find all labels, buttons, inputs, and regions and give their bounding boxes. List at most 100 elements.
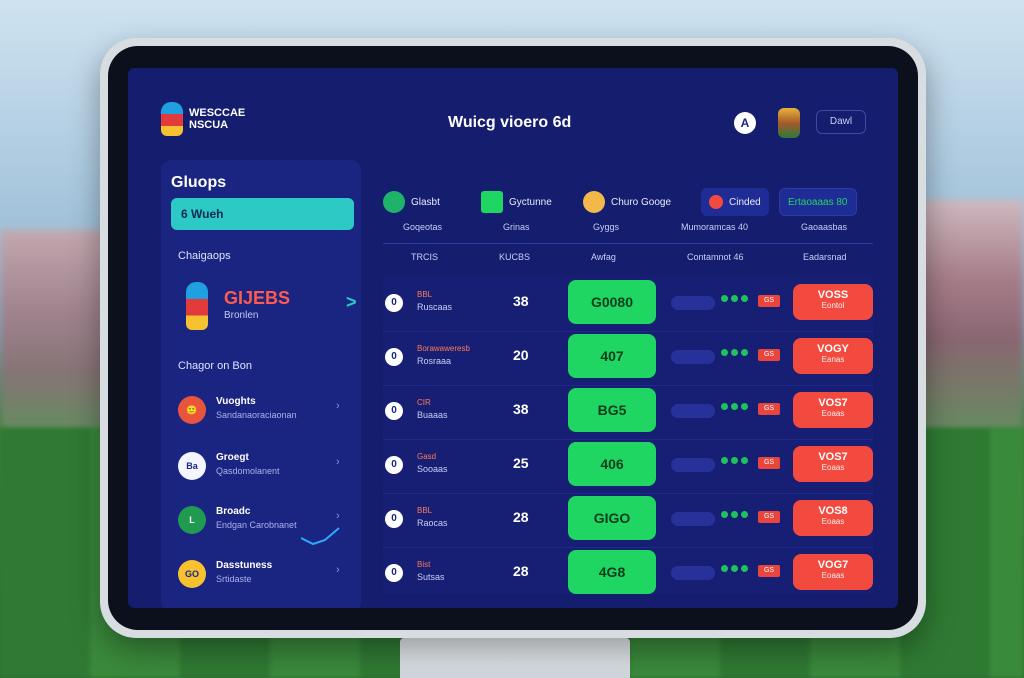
filter-label: Cinded xyxy=(729,196,761,208)
score-button[interactable]: 4G8 xyxy=(568,550,656,594)
table-subheader-row: TRCIS KUCBS Awfag Contamnot 46 Eadarsnad xyxy=(383,252,873,274)
row-number: 28 xyxy=(513,509,529,525)
vote-button[interactable]: VOS7 Eoaas xyxy=(793,446,873,482)
table-row[interactable]: 0 Bist Sutsas 28 4G8 GS VOG7 Eoaas xyxy=(383,547,873,600)
progress-track xyxy=(671,296,715,310)
vote-sublabel: Eontol xyxy=(821,301,845,310)
vote-sublabel: Eoaas xyxy=(821,517,845,526)
table-row[interactable]: 0 Borawaweresb Rosraaa 20 407 GS VOGY Ea… xyxy=(383,331,873,384)
trophy-icon xyxy=(583,191,605,213)
column-header[interactable]: Mumoramcas 40 xyxy=(681,222,748,232)
score-button[interactable]: G0080 xyxy=(568,280,656,324)
filter-chip-active[interactable]: Cinded xyxy=(701,188,769,216)
sidebar-item[interactable]: 🙂 Vuoghts Sandanaoraciaonan › xyxy=(178,392,348,432)
filter-chip[interactable]: Glasbt xyxy=(383,188,440,216)
team-name: Rosraaa xyxy=(417,356,452,366)
vote-sublabel: Eoaas xyxy=(821,571,845,580)
trend-line-icon xyxy=(301,527,340,546)
trophy-icon[interactable] xyxy=(778,108,800,138)
logo-wordmark: WESCCAE NSCUA xyxy=(189,107,245,131)
logo-line-1: WESCCAE xyxy=(189,107,246,119)
progress-track xyxy=(671,512,715,526)
team-code: Gasd xyxy=(417,452,437,461)
vote-label: VOSS xyxy=(817,289,849,301)
score-button[interactable]: 407 xyxy=(568,334,656,378)
column-header[interactable]: Gyggs xyxy=(593,222,619,232)
filter-label: Glasbt xyxy=(411,196,440,208)
row-divider xyxy=(383,385,873,386)
vote-sublabel: Eanas xyxy=(821,355,845,364)
column-header[interactable]: Goqeotas xyxy=(403,222,442,232)
score-button[interactable]: GIGO xyxy=(568,496,656,540)
status-tag: GS xyxy=(758,295,780,307)
vote-button[interactable]: VOS7 Eoaas xyxy=(793,392,873,428)
sidebar: Gluops 6 Wueh Chaigaops GIJEBS Bronlen >… xyxy=(161,160,361,608)
row-select-radio[interactable]: 0 xyxy=(385,564,403,582)
table-row[interactable]: 0 BBL Raocas 28 GIGO GS VOS8 Eoaas xyxy=(383,493,873,546)
filter-chip[interactable]: Churo Googe xyxy=(583,188,671,216)
score-button[interactable]: BG5 xyxy=(568,388,656,432)
chevron-right-icon: › xyxy=(336,564,340,576)
sidebar-title: Gluops xyxy=(171,174,227,191)
sidebar-item-subtitle: Qasdomolanent xyxy=(216,466,280,476)
vote-label: VOS7 xyxy=(818,451,848,463)
tablet-stand xyxy=(400,638,630,678)
column-subheader: Eadarsnad xyxy=(803,252,847,262)
row-select-radio[interactable]: 0 xyxy=(385,294,403,312)
sidebar-item-title: Groegt xyxy=(216,452,249,463)
row-divider xyxy=(383,547,873,548)
table-row[interactable]: 0 CIR Buaaas 38 BG5 GS VOS7 Eoaas xyxy=(383,385,873,438)
column-subheader: KUCBS xyxy=(499,252,531,262)
filter-chip[interactable]: Gyctunne xyxy=(481,188,552,216)
column-header[interactable]: Grinas xyxy=(503,222,530,232)
app-logo[interactable]: WESCCAE NSCUA xyxy=(161,102,245,136)
header-button[interactable]: Dawl xyxy=(816,110,866,134)
team-code: BBL xyxy=(417,506,433,515)
status-dots xyxy=(721,511,748,518)
table-row[interactable]: 0 BBL Ruscaas 38 G0080 GS VOSS Eontol xyxy=(383,278,873,330)
vote-button[interactable]: VOG7 Eoaas xyxy=(793,554,873,590)
flag-icon xyxy=(481,191,503,213)
row-select-radio[interactable]: 0 xyxy=(385,402,403,420)
chevron-right-icon: › xyxy=(336,510,340,522)
chevron-right-icon: › xyxy=(336,400,340,412)
sidebar-item-active[interactable]: 6 Wueh xyxy=(171,198,354,230)
status-tag: GS xyxy=(758,403,780,415)
column-header[interactable]: Gaoaasbas xyxy=(801,222,847,232)
vote-sublabel: Eoaas xyxy=(821,463,845,472)
sidebar-item[interactable]: GO Dasstuness Srtidaste › xyxy=(178,556,348,596)
status-dots xyxy=(721,403,748,410)
team-code: CIR xyxy=(417,398,431,407)
row-number: 38 xyxy=(513,401,529,417)
table-header: Goqeotas Grinas Gyggs Mumoramcas 40 Gaoa… xyxy=(383,222,873,282)
table-row[interactable]: 0 Gasd Sooaas 25 406 GS VOS7 Eoaas xyxy=(383,439,873,492)
row-divider xyxy=(383,331,873,332)
row-select-radio[interactable]: 0 xyxy=(385,456,403,474)
sidebar-item-title: Dasstuness xyxy=(216,560,273,571)
chevron-right-icon: › xyxy=(336,456,340,468)
featured-subtitle: Bronlen xyxy=(224,310,259,321)
vote-button[interactable]: VOS8 Eoaas xyxy=(793,500,873,536)
column-subheader: TRCIS xyxy=(411,252,438,262)
score-button[interactable]: 406 xyxy=(568,442,656,486)
row-number: 20 xyxy=(513,347,529,363)
sidebar-item[interactable]: Ba Groegt Qasdomolanent › xyxy=(178,448,348,488)
featured-group-card[interactable]: GIJEBS Bronlen > xyxy=(186,282,357,332)
team-name: Ruscaas xyxy=(417,302,453,312)
filter-label: Ertaoaaas 80 xyxy=(788,196,848,208)
chevron-right-icon[interactable]: > xyxy=(346,292,357,313)
row-select-radio[interactable]: 0 xyxy=(385,510,403,528)
row-number: 25 xyxy=(513,455,529,471)
avatar: GO xyxy=(178,560,206,588)
user-avatar[interactable]: A xyxy=(734,112,756,134)
vote-button[interactable]: VOSS Eontol xyxy=(793,284,873,320)
team-code: BBL xyxy=(417,290,433,299)
trophy-logo-icon xyxy=(186,282,208,330)
row-divider xyxy=(383,493,873,494)
vote-button[interactable]: VOGY Eanas xyxy=(793,338,873,374)
table-header-row: Goqeotas Grinas Gyggs Mumoramcas 40 Gaoa… xyxy=(383,222,873,244)
column-subheader: Awfag xyxy=(591,252,616,262)
row-select-radio[interactable]: 0 xyxy=(385,348,403,366)
team-code: Borawaweresb xyxy=(417,344,470,353)
filter-chip[interactable]: Ertaoaaas 80 xyxy=(779,188,857,216)
